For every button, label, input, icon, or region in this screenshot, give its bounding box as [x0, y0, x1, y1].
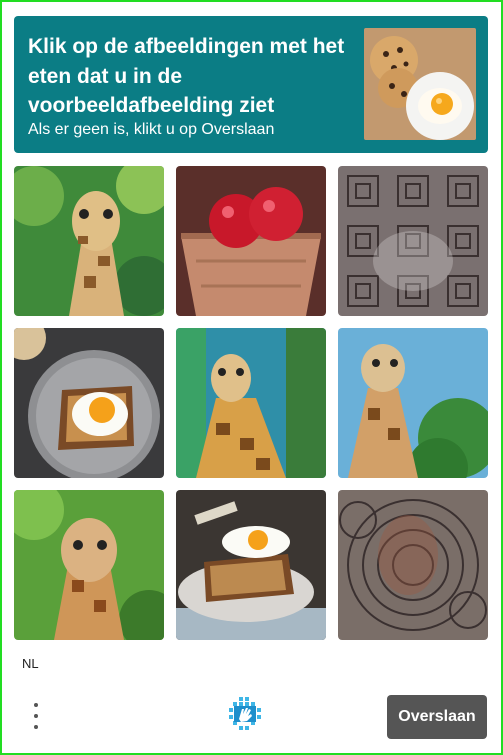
image-tile-8[interactable] [176, 490, 326, 640]
sample-image [364, 28, 476, 140]
image-tile-1[interactable] [14, 166, 164, 316]
image-tile-9[interactable] [338, 490, 488, 640]
challenge-title: Klik op de afbeeldingen met het eten dat… [28, 35, 345, 117]
hcaptcha-logo-icon[interactable] [229, 697, 261, 731]
more-vertical-icon[interactable] [24, 699, 48, 733]
language-indicator[interactable]: NL [22, 656, 39, 671]
image-tile-3[interactable] [338, 166, 488, 316]
challenge-subtitle: Als er geen is, klikt u op Overslaan [28, 121, 275, 138]
image-tile-7[interactable] [14, 490, 164, 640]
challenge-header: Klik op de afbeeldingen met het eten dat… [14, 16, 488, 153]
image-tile-4[interactable] [14, 328, 164, 478]
image-tile-2[interactable] [176, 166, 326, 316]
skip-button[interactable]: Overslaan [387, 695, 487, 739]
image-tile-5[interactable] [176, 328, 326, 478]
image-tile-6[interactable] [338, 328, 488, 478]
